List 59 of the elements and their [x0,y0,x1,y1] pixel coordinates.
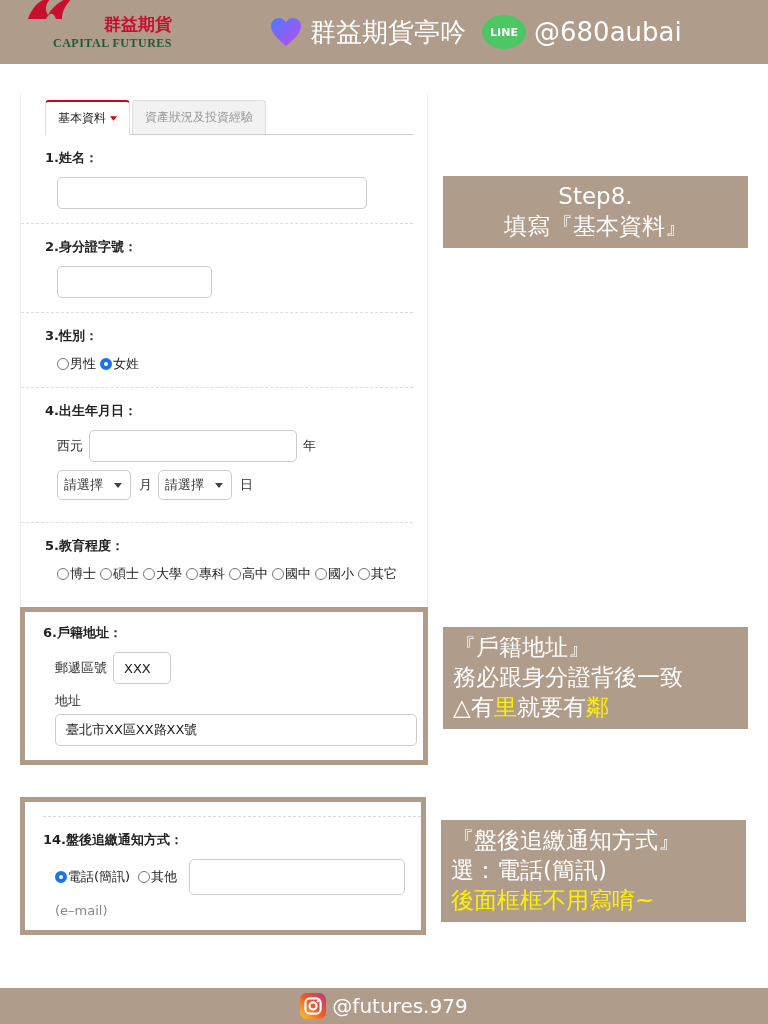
radio-label: 碩士 [113,565,139,583]
field-label: 3.性別： [45,327,99,345]
line-badge: LINE [482,15,526,49]
field-label: 5.教育程度： [45,537,125,555]
unit-label: 月 [139,476,152,494]
radio-label: 其它 [371,565,397,583]
annotation-text: 後面框框不用寫唷~ [451,886,655,913]
hint-text: (e–mail) [55,903,109,918]
radio-label: 國小 [328,565,354,583]
annotation-text: 填寫『基本資料』 [503,212,688,239]
annotation-text: 就要有 [516,693,586,720]
annotation-text: 里 [493,693,517,720]
annotation-text: 『盤後追繳通知方式』 [451,827,681,853]
field-label: 14.盤後追繳通知方式： [43,831,185,849]
input-field[interactable] [57,177,367,209]
dropdown[interactable]: 請選擇 [158,470,232,500]
input-field[interactable] [89,430,297,462]
radio-label: 男性 [70,355,96,373]
radio-label: 大學 [156,565,182,583]
annotation-text: 選：電話(簡訊) [451,856,607,883]
radio-label: 博士 [70,565,96,583]
input-field[interactable]: XXX [113,652,171,684]
caret-icon [215,482,223,488]
field-label: 西元 [57,437,83,455]
unit-label: 日 [240,476,253,494]
radio-label: 電話(簡訊) [68,868,131,886]
dropdown[interactable]: 請選擇 [57,470,131,500]
radio-label: 高中 [242,565,268,583]
input-field[interactable] [189,859,406,895]
field-label: 1.姓名： [45,149,99,167]
field-label: 地址 [55,692,82,710]
field-label: 4.出生年月日： [45,402,138,420]
radio-label: 其他 [151,868,178,886]
caret-icon [110,116,117,121]
radio-button[interactable] [55,871,67,883]
annotation-text: 『戶籍地址』 [453,634,591,660]
annotation-text: △有 [453,693,494,720]
camera-icon [300,993,327,1019]
field-label: 2.身分證字號： [45,238,138,256]
logo-subtitle: CAPITAL FUTURES [53,36,172,51]
field-label: 郵遞區號 [55,659,107,677]
input-field[interactable] [57,266,212,298]
radio-label: 專科 [199,565,225,583]
social-handle: @futures.979 [332,994,468,1018]
radio-label: 女姓 [113,355,139,373]
field-label: 6.戶籍地址： [43,624,123,642]
logo-text: 群益期貨 [104,13,172,36]
annotation-text: 鄰 [585,693,609,720]
unit-label: 年 [303,437,316,455]
caret-icon [114,482,122,488]
line-id: @680aubai [534,17,682,47]
channel-title: 群益期貨亭吟 [310,15,466,49]
radio-label: 國中 [285,565,311,583]
tab[interactable]: 基本資料 [45,100,130,135]
heart-icon [270,17,302,47]
annotation-text: Step8. [558,183,633,209]
input-field[interactable]: 臺北市XX區XX路XX號 [55,714,417,746]
radio-button[interactable] [100,358,112,370]
annotation-text: 務必跟身分證背後一致 [453,663,683,690]
